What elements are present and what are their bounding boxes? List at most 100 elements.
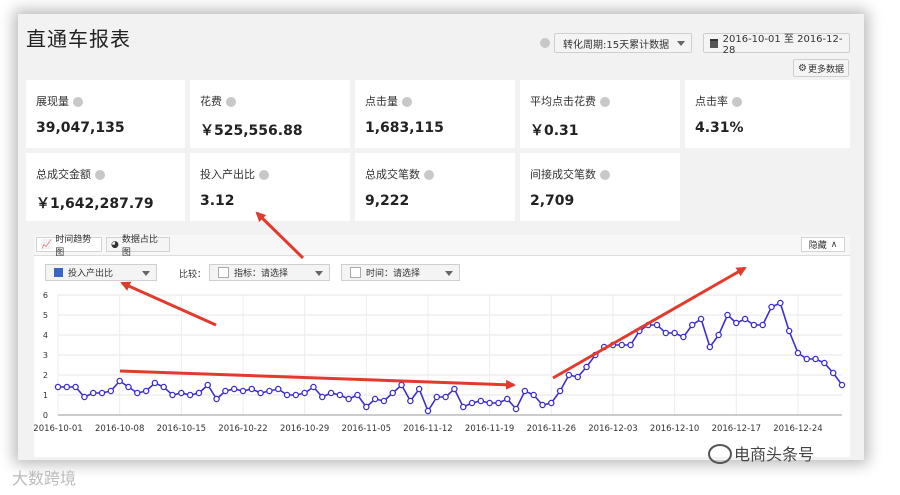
data-point (310, 383, 317, 391)
time-select-label: 时间：请选择 (366, 269, 421, 279)
date-range-label: 2016-10-01 至 2016-12-28 (722, 34, 843, 56)
hide-chart-button[interactable]: 隐藏 ∧ (801, 237, 845, 252)
data-point (777, 299, 784, 307)
data-point (715, 331, 722, 339)
x-tick-label: 2016-12-17 (712, 424, 761, 434)
data-point (213, 395, 220, 403)
more-data-button[interactable]: ⚙ 更多数据 (793, 59, 849, 77)
x-tick-label: 2016-11-05 (342, 424, 391, 434)
pie-chart-icon: ◕ (111, 239, 119, 250)
data-point (794, 349, 802, 357)
x-tick-label: 2016-10-08 (95, 424, 144, 434)
y-tick-label: 2 (43, 371, 48, 380)
data-point (274, 385, 282, 393)
chevron-up-icon: ∧ (830, 239, 838, 250)
y-tick-label: 4 (43, 331, 48, 340)
watermark-left: 大数跨境 (12, 469, 77, 488)
metric-card-clicks: 点击量 1,683,115 (355, 80, 515, 148)
data-point (415, 385, 423, 393)
metric-label: 总成交金额 (36, 168, 91, 181)
data-point (354, 391, 361, 399)
metric-card-avg-cpc: 平均点击花费 ￥0.31 (520, 80, 680, 148)
data-point (195, 389, 203, 397)
data-point (327, 389, 335, 397)
data-point (98, 389, 106, 397)
data-point (759, 321, 766, 329)
data-point (283, 391, 291, 399)
x-tick-label: 2016-10-29 (280, 424, 329, 434)
metric-card-total-sales: 总成交金额 ￥1,642,287.79 (26, 153, 185, 221)
period-label: 转化周期:15天累计数据 (563, 39, 670, 51)
data-point (371, 395, 379, 403)
data-point (644, 321, 652, 329)
metric-label: 点击率 (695, 95, 728, 108)
metric-label: 投入产出比 (200, 168, 255, 181)
metric-value: ￥1,642,287.79 (36, 196, 154, 212)
info-icon[interactable] (95, 170, 105, 180)
data-point (451, 385, 458, 393)
data-point (688, 321, 696, 329)
metric-value: 9,222 (365, 193, 410, 209)
metric-label: 花费 (200, 95, 222, 108)
chevron-down-icon (445, 271, 453, 276)
tab-data-share[interactable]: ◕ 数据占比图 (106, 235, 170, 258)
data-point (398, 381, 405, 389)
info-icon[interactable] (73, 97, 83, 107)
metric-value: 3.12 (200, 193, 235, 209)
hide-label: 隐藏 (808, 241, 827, 251)
data-point (292, 391, 300, 399)
data-point (750, 321, 758, 329)
time-select[interactable]: 时间：请选择 (341, 264, 460, 281)
watermark-right: 电商头条号 (734, 445, 815, 464)
metric-card-orders: 总成交笔数 9,222 (355, 153, 515, 221)
data-point (812, 355, 819, 363)
x-tick-label: 2016-11-12 (403, 424, 452, 434)
data-point (169, 391, 176, 399)
info-icon[interactable] (402, 97, 412, 107)
data-point (266, 387, 273, 395)
data-point (504, 395, 511, 403)
data-point (89, 389, 97, 397)
data-point (556, 387, 564, 395)
data-point (618, 341, 626, 349)
calendar-icon (710, 38, 718, 48)
data-point (380, 397, 388, 405)
chart-panel: 📈 时间趋势图 ◕ 数据占比图 隐藏 ∧ 投入产出比 比较： 指标：请选择 时间… (34, 235, 850, 457)
date-range-picker[interactable]: 2016-10-01 至 2016-12-28 (703, 33, 850, 56)
help-icon[interactable] (540, 38, 550, 48)
data-point (821, 359, 828, 367)
metric-card-indirect-orders: 间接成交笔数 2,709 (520, 153, 680, 221)
data-point (627, 341, 634, 349)
metric-select[interactable]: 投入产出比 (45, 264, 157, 281)
info-icon[interactable] (424, 170, 434, 180)
info-icon[interactable] (600, 170, 610, 180)
info-icon[interactable] (226, 97, 236, 107)
roi-trend-chart: 0 1 2 3 4 5 6 2016-10-01 2016-10-08 2016-10-15 201… (34, 291, 846, 434)
data-point (653, 321, 661, 329)
data-point (733, 319, 740, 327)
x-tick-label: 2016-12-03 (588, 424, 637, 434)
data-point (151, 379, 159, 387)
data-point (512, 405, 520, 413)
data-point (301, 389, 308, 397)
indicator-select[interactable]: 指标：请选择 (209, 264, 330, 281)
metric-value: 1,683,115 (365, 120, 444, 136)
period-select[interactable]: 转化周期:15天累计数据 (554, 33, 692, 53)
tab-label: 数据占比图 (121, 234, 158, 258)
data-point (803, 355, 811, 363)
checkbox[interactable] (350, 267, 361, 278)
data-point (186, 391, 194, 399)
tab-time-trend[interactable]: 📈 时间趋势图 (36, 235, 102, 258)
metric-card-cost: 花费 ￥525,556.88 (190, 80, 350, 148)
info-icon[interactable] (600, 97, 610, 107)
data-point (459, 403, 467, 411)
metric-card-roi: 投入产出比 3.12 (190, 153, 350, 221)
data-point (363, 403, 370, 411)
data-point (160, 383, 167, 391)
checkbox[interactable] (218, 267, 229, 278)
data-point (125, 383, 132, 391)
data-point (433, 393, 441, 401)
info-icon[interactable] (259, 170, 269, 180)
info-icon[interactable] (732, 97, 742, 107)
data-point (697, 315, 705, 323)
